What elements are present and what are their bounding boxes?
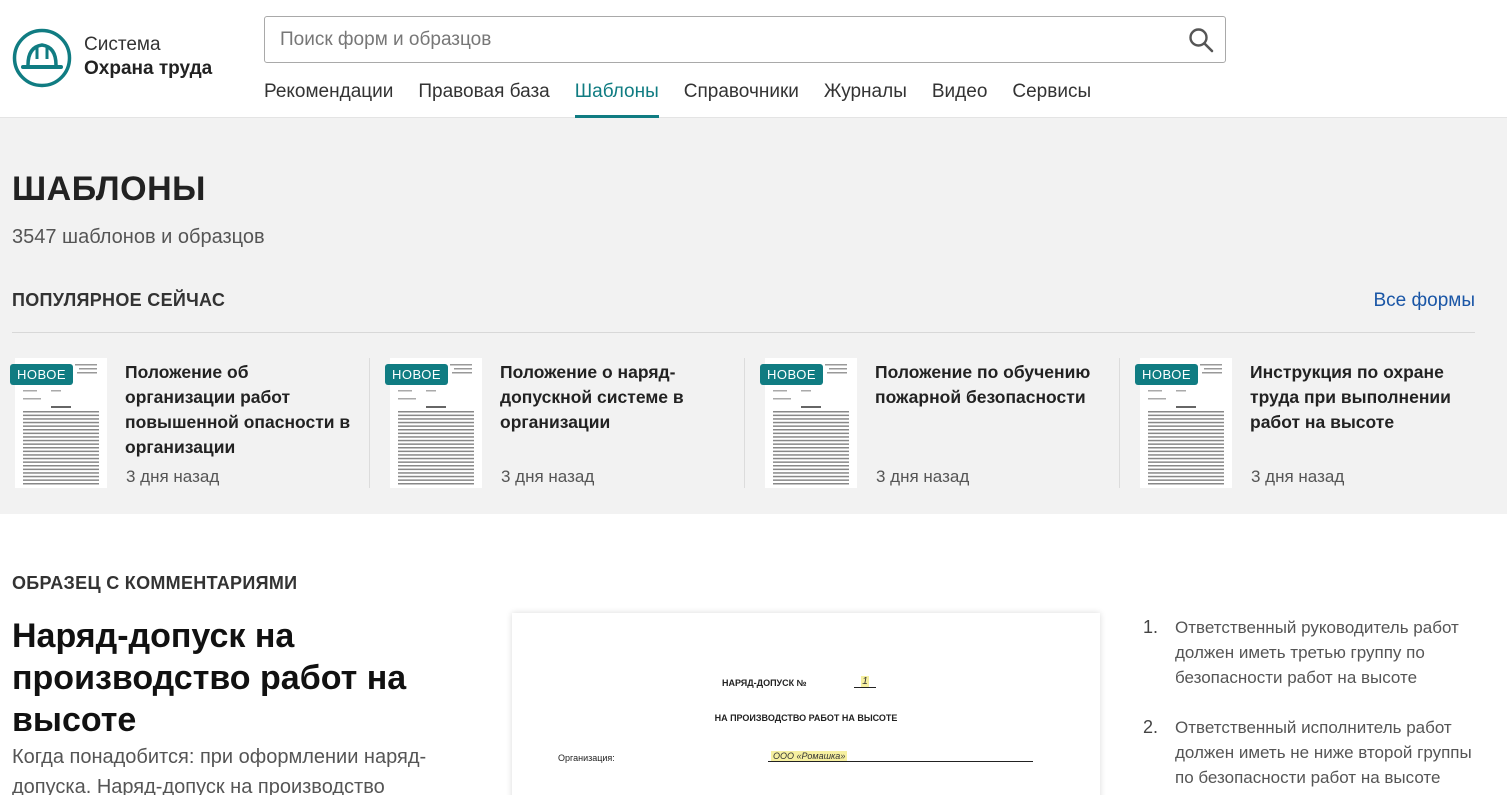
sample-section-title: ОБРАЗЕЦ С КОММЕНТАРИЯМИ (12, 573, 298, 593)
nav-item-reference[interactable]: Справочники (684, 78, 799, 118)
logo-line1: Система (84, 34, 161, 55)
nav-item-video[interactable]: Видео (932, 78, 988, 118)
template-card[interactable]: НОВОЕ Инструкция по охране труда при вып… (1119, 356, 1494, 492)
comment-list: 1. Ответственный руководитель работ долж… (1140, 615, 1480, 795)
card-separator (369, 358, 370, 488)
all-forms-link[interactable]: Все формы (1373, 290, 1475, 312)
nav-item-journals[interactable]: Журналы (824, 78, 907, 118)
card-date: 3 дня назад (126, 467, 220, 486)
template-card[interactable]: НОВОЕ Положение по обучению пожарной без… (744, 356, 1119, 492)
popular-cards: НОВОЕ Положение об организации работ пов… (0, 356, 1507, 492)
comment-item: 2. Ответственный исполнитель работ долже… (1140, 715, 1480, 790)
popular-section-title: ПОПУЛЯРНОЕ СЕЙЧАС (12, 290, 226, 310)
template-card[interactable]: НОВОЕ Положение о наряд-допускной систем… (369, 356, 744, 492)
new-badge: НОВОЕ (1135, 364, 1199, 385)
logo-helmet-icon[interactable] (12, 28, 72, 88)
document-number: 1 (854, 676, 876, 688)
card-date: 3 дня назад (501, 467, 595, 486)
card-separator (744, 358, 745, 488)
templates-band: ШАБЛОНЫ 3547 шаблонов и образцов ПОПУЛЯР… (0, 118, 1507, 514)
logo-line2: Охрана труда (84, 58, 213, 79)
card-title[interactable]: Положение о наряд-допускной системе в ор… (500, 360, 735, 435)
template-card[interactable]: НОВОЕ Положение об организации работ пов… (0, 356, 375, 492)
nav-item-services[interactable]: Сервисы (1012, 78, 1091, 118)
document-subheading: НА ПРОИЗВОДСТВО РАБОТ НА ВЫСОТЕ (714, 713, 898, 723)
document-preview[interactable]: НАРЯД-ДОПУСК № 1 НА ПРОИЗВОДСТВО РАБОТ Н… (512, 613, 1100, 795)
new-badge: НОВОЕ (385, 364, 449, 385)
card-title[interactable]: Инструкция по охране труда при выполнени… (1250, 360, 1485, 435)
page-title: ШАБЛОНЫ (12, 170, 206, 208)
comment-item: 1. Ответственный руководитель работ долж… (1140, 615, 1480, 690)
comment-number: 1. (1143, 617, 1159, 637)
comment-text: Ответственный исполнитель работ должен и… (1175, 718, 1472, 787)
search-input[interactable] (265, 17, 1165, 62)
card-title[interactable]: Положение по обучению пожарной безопасно… (875, 360, 1110, 410)
main-nav: Рекомендации Правовая база Шаблоны Справ… (264, 78, 1116, 118)
templates-count: 3547 шаблонов и образцов (12, 226, 265, 248)
card-date: 3 дня назад (1251, 467, 1345, 486)
card-title[interactable]: Положение об организации работ повышенно… (125, 360, 360, 460)
search-icon[interactable] (1187, 26, 1215, 54)
new-badge: НОВОЕ (10, 364, 74, 385)
logo-text[interactable]: Система Охрана труда (84, 33, 212, 81)
divider (12, 332, 1475, 333)
comment-text: Ответственный руководитель работ должен … (1175, 618, 1459, 687)
nav-item-recommendations[interactable]: Рекомендации (264, 78, 393, 118)
nav-item-legal-base[interactable]: Правовая база (418, 78, 549, 118)
sample-title[interactable]: Наряд-допуск на производство работ на вы… (12, 615, 472, 741)
new-badge: НОВОЕ (760, 364, 824, 385)
nav-item-templates[interactable]: Шаблоны (574, 78, 659, 118)
search-box (264, 16, 1226, 63)
sample-description: Когда понадобится: при оформлении наряд-… (12, 746, 427, 795)
document-heading: НАРЯД-ДОПУСК № (722, 678, 807, 688)
site-header: Система Охрана труда Рекомендации Правов… (0, 0, 1507, 118)
document-number-value: 1 (861, 676, 869, 687)
comment-number: 2. (1143, 717, 1159, 737)
organization-name: ООО «Ромашка» (771, 751, 848, 761)
card-separator (1119, 358, 1120, 488)
organization-label: Организация: (558, 753, 615, 763)
card-date: 3 дня назад (876, 467, 970, 486)
organization-value: ООО «Ромашка» (768, 751, 1033, 762)
